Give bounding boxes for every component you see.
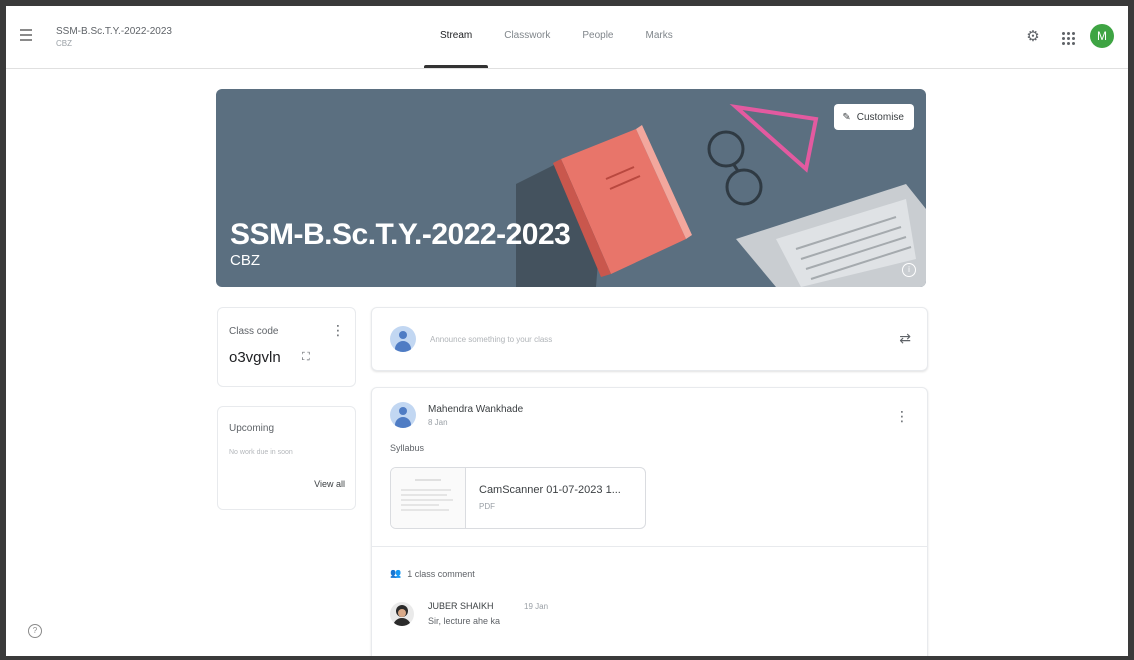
class-name[interactable]: SSM-B.Sc.T.Y.-2022-2023 <box>56 26 172 37</box>
apps-grid-icon[interactable] <box>1058 28 1076 46</box>
post-date: 8 Jan <box>428 418 448 427</box>
classroom-window: SSM-B.Sc.T.Y.-2022-2023 CBZ Stream Class… <box>6 6 1128 656</box>
tab-people[interactable]: People <box>566 6 629 68</box>
gear-icon[interactable]: ⚙ <box>1024 28 1042 46</box>
post-author: Mahendra Wankhade <box>428 404 524 415</box>
attachment-card[interactable]: CamScanner 01-07-2023 1... PDF <box>390 467 646 529</box>
announce-box[interactable]: Announce something to your class ⇄ <box>371 307 928 371</box>
help-icon[interactable]: ? <box>28 624 42 638</box>
class-comments-link[interactable]: 👥 1 class comment <box>390 568 475 579</box>
class-code-label: Class code <box>229 326 279 337</box>
reuse-post-icon[interactable]: ⇄ <box>899 330 911 347</box>
tab-stream[interactable]: Stream <box>424 6 489 68</box>
announce-input[interactable]: Announce something to your class <box>430 335 552 344</box>
upcoming-card: Upcoming No work due in soon View all <box>217 406 356 510</box>
stream-post: Mahendra Wankhade 8 Jan ⋮ Syllabus CamSc… <box>371 387 928 656</box>
author-avatar <box>390 402 416 428</box>
customise-label: Customise <box>856 111 904 123</box>
menu-icon[interactable] <box>16 26 38 48</box>
pencil-icon: ✎ <box>842 111 851 123</box>
pdf-thumbnail <box>391 468 466 528</box>
upcoming-title: Upcoming <box>229 423 275 434</box>
class-code-value: o3vgvln <box>229 349 281 366</box>
post-divider <box>372 546 927 547</box>
tab-classwork[interactable]: Classwork <box>488 6 566 68</box>
people-icon: 👥 <box>390 568 402 578</box>
class-code-card: Class code ⋮ o3vgvln ⛶ <box>217 307 356 387</box>
tab-marks[interactable]: Marks <box>630 6 689 68</box>
attachment-name: CamScanner 01-07-2023 1... <box>479 484 621 496</box>
view-all-link[interactable]: View all <box>314 479 345 489</box>
more-vert-icon[interactable]: ⋮ <box>331 322 345 339</box>
class-banner: ✎ Customise SSM-B.Sc.T.Y.-2022-2023 CBZ … <box>216 89 926 287</box>
attachment-type: PDF <box>479 502 495 511</box>
comment-count-label: 1 class comment <box>407 568 475 579</box>
banner-title: SSM-B.Sc.T.Y.-2022-2023 <box>230 218 571 251</box>
banner-illustration <box>516 104 926 287</box>
account-avatar[interactable]: M <box>1090 24 1114 48</box>
post-more-icon[interactable]: ⋮ <box>895 408 909 425</box>
tab-bar: Stream Classwork People Marks <box>424 6 689 68</box>
commenter-avatar <box>390 602 414 626</box>
user-avatar <box>390 326 416 352</box>
top-bar: SSM-B.Sc.T.Y.-2022-2023 CBZ Stream Class… <box>6 6 1128 69</box>
post-body: Syllabus <box>390 443 425 453</box>
comment-date: 19 Jan <box>524 602 549 611</box>
info-icon[interactable]: i <box>902 263 916 277</box>
comment-text: Sir, lecture ahe ka <box>428 616 501 626</box>
customise-button[interactable]: ✎ Customise <box>834 104 914 130</box>
comment-author: JUBER SHAIKH <box>428 601 494 611</box>
class-section: CBZ <box>56 39 72 48</box>
fullscreen-icon[interactable]: ⛶ <box>302 351 310 364</box>
upcoming-empty-text: No work due in soon <box>229 449 293 456</box>
banner-subtitle: CBZ <box>230 252 260 269</box>
